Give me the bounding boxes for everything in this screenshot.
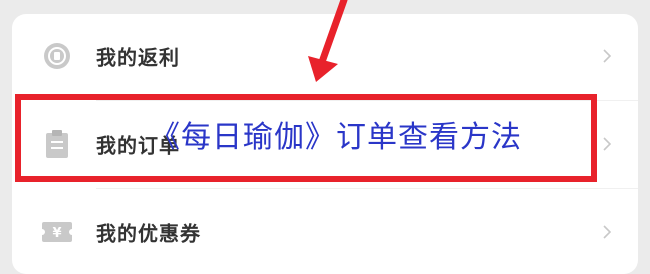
overlay-title: 《每日瑜伽》订单查看方法	[150, 120, 522, 155]
svg-text:¥: ¥	[52, 226, 61, 241]
divider	[96, 188, 638, 189]
chevron-right-icon	[603, 49, 612, 63]
coupon-icon: ¥	[40, 215, 74, 249]
menu-item-coupons[interactable]: ¥ 我的优惠券	[12, 190, 638, 274]
menu-item-label: 我的优惠券	[96, 221, 201, 246]
pointer-arrow-icon	[308, 0, 348, 82]
menu-item-label: 我的返利	[96, 45, 180, 70]
chevron-right-icon	[603, 137, 612, 151]
rebate-coin-icon	[40, 39, 74, 73]
chevron-right-icon	[603, 225, 612, 239]
